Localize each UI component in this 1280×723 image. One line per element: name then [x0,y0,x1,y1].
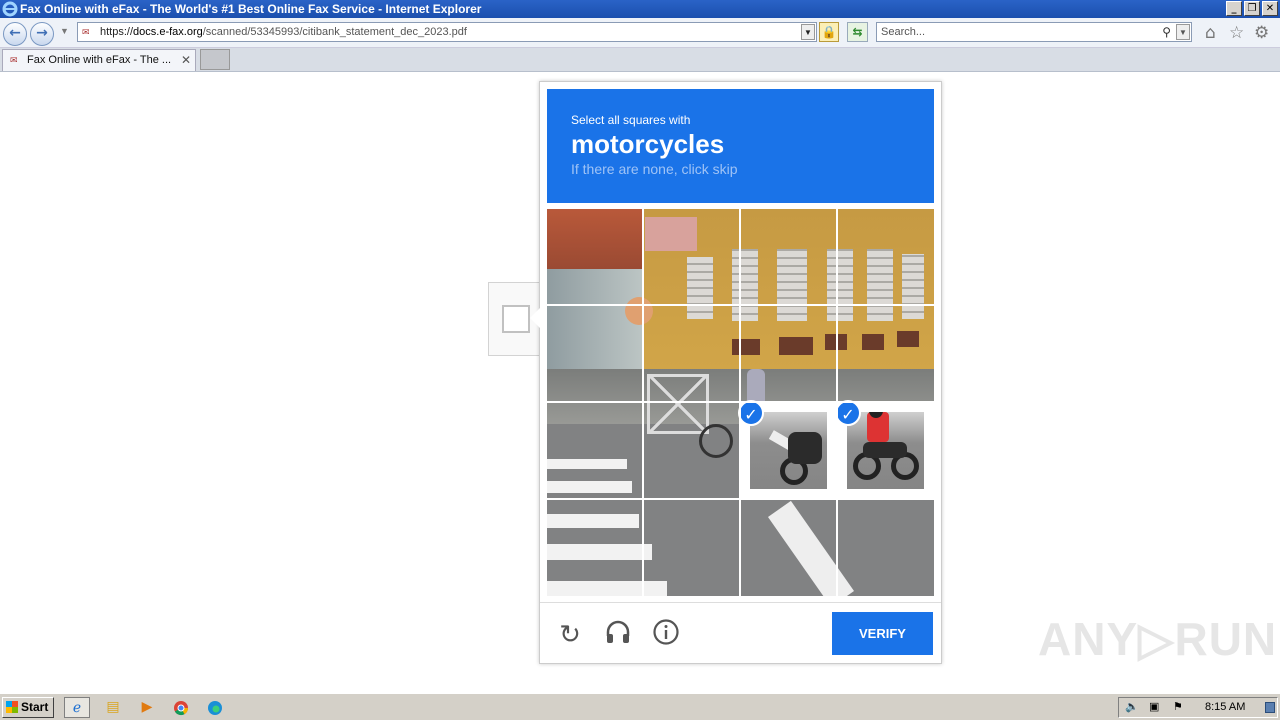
network-icon[interactable]: ▣ [1149,698,1159,717]
ie-logo-icon [2,1,18,17]
captcha-tile[interactable] [547,306,642,401]
captcha-tile[interactable] [644,403,739,498]
captcha-footer-divider [540,602,941,603]
window-titlebar: Fax Online with eFax - The World's #1 Be… [0,0,1280,18]
captcha-tile[interactable] [741,500,836,596]
captcha-tile[interactable] [547,403,642,498]
captcha-tile[interactable] [644,209,739,304]
page-favicon-icon: ✉ [82,27,90,37]
captcha-checkbox[interactable] [502,305,530,333]
chrome-taskbar-icon[interactable] [168,697,194,718]
tab-label: Fax Online with eFax - The ... [27,54,172,66]
audio-challenge-icon[interactable] [601,618,635,652]
search-input[interactable]: Search... ⚲ ▼ [876,22,1192,42]
explorer-taskbar-icon[interactable]: ▤ [100,697,126,718]
captcha-tile[interactable] [838,209,934,304]
search-dropdown-icon[interactable]: ▼ [1176,24,1190,40]
window-title: Fax Online with eFax - The World's #1 Be… [20,2,482,16]
back-button[interactable]: ← [3,22,27,46]
lock-icon[interactable]: 🔒 [819,22,839,42]
captcha-target: motorcycles [571,129,725,159]
minimize-button[interactable]: _ [1226,1,1242,16]
captcha-hint: If there are none, click skip [571,161,738,177]
captcha-tile[interactable] [741,306,836,401]
ie-taskbar-icon[interactable]: ℯ [64,697,90,718]
taskbar: Start ℯ ▤ ▶ 🔈 ▣ ⚑ 8:15 AM [0,693,1280,720]
captcha-tile[interactable] [838,306,934,401]
start-label: Start [21,700,49,714]
start-button[interactable]: Start [2,697,54,718]
edge-taskbar-icon[interactable] [202,697,228,718]
captcha-tile-selected[interactable]: ✓ [738,400,837,499]
tab-close-icon[interactable]: ✕ [181,50,191,70]
clock[interactable]: 8:15 AM [1205,698,1245,717]
check-icon: ✓ [738,400,764,426]
refresh-icon[interactable]: ⇆ [847,22,868,42]
address-prefix: https:// [100,26,134,38]
reload-icon[interactable]: ↻ [553,618,587,652]
verify-button[interactable]: VERIFY [832,612,933,655]
search-icon[interactable]: ⚲ [1162,23,1171,41]
forward-button[interactable]: → [30,22,54,46]
captcha-tile[interactable] [644,500,739,596]
captcha-tile[interactable] [741,209,836,304]
action-center-flag-icon[interactable]: ⚑ [1173,698,1183,717]
media-player-taskbar-icon[interactable]: ▶ [134,697,160,718]
address-path: /scanned/53345993/citibank_statement_dec… [202,26,467,38]
address-dropdown-icon[interactable]: ▼ [801,24,815,40]
search-placeholder: Search... [881,26,926,38]
show-desktop-icon[interactable] [1265,702,1275,713]
captcha-tile[interactable] [547,500,642,596]
captcha-tile[interactable] [644,306,739,401]
captcha-header: Select all squares with motorcycles If t… [547,89,934,203]
system-tray: 🔈 ▣ ⚑ 8:15 AM [1118,697,1278,718]
captcha-image-grid: ✓ ✓ [547,209,934,596]
address-domain: docs.e-fax.org [133,26,203,38]
captcha-tile[interactable] [547,209,642,304]
new-tab-button[interactable] [200,49,230,70]
address-bar[interactable]: ✉ https://docs.e-fax.org/scanned/53345993… [77,22,817,42]
volume-icon[interactable]: 🔈 [1125,698,1139,717]
navigation-bar: ← → ▼ ✉ https://docs.e-fax.org/scanned/53… [0,18,1280,48]
favorites-icon[interactable]: ☆ [1229,23,1244,43]
check-icon: ✓ [835,400,861,426]
restore-button[interactable]: ❐ [1244,1,1260,16]
captcha-tile[interactable] [838,500,934,596]
close-button[interactable]: ✕ [1262,1,1278,16]
captcha-instruction: Select all squares with [571,113,691,127]
windows-logo-icon [6,701,18,713]
history-dropdown-icon[interactable]: ▼ [60,26,69,36]
captcha-challenge: Select all squares with motorcycles If t… [530,81,942,664]
home-icon[interactable]: ⌂ [1205,23,1216,43]
settings-icon[interactable]: ⚙ [1254,23,1269,43]
captcha-tile-selected[interactable]: ✓ [835,400,934,499]
tab-bar: ✉ Fax Online with eFax - The ... ✕ [0,48,1280,72]
info-icon[interactable] [649,618,683,652]
tab-efax[interactable]: ✉ Fax Online with eFax - The ... ✕ [2,49,196,71]
tab-favicon-icon: ✉ [10,55,18,65]
anyrun-watermark: ANY▷RUN [1038,613,1278,665]
